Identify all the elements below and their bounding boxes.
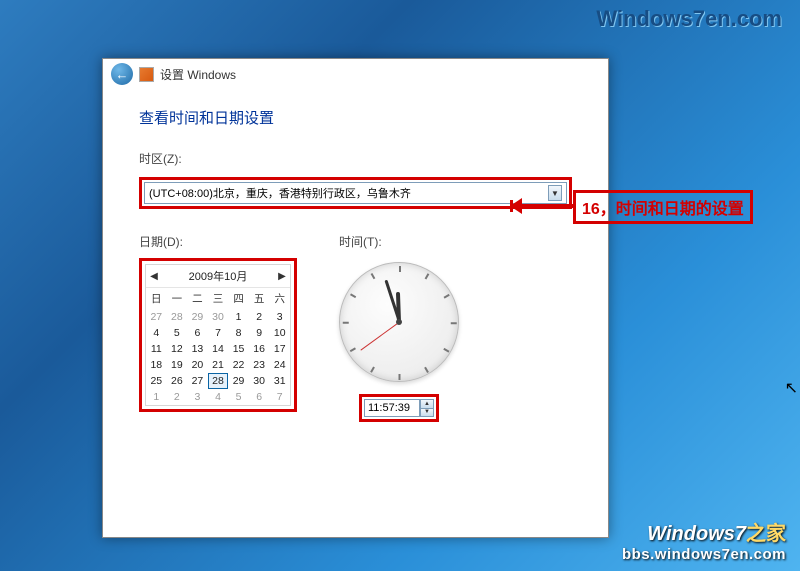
- calendar-month-title: 2009年10月: [189, 268, 248, 284]
- calendar-day[interactable]: 31: [269, 373, 290, 389]
- calendar-day[interactable]: 6: [249, 389, 270, 405]
- window-title: 设置 Windows: [160, 66, 236, 83]
- calendar-dow: 一: [167, 288, 188, 309]
- setup-window: ← 设置 Windows 查看时间和日期设置 时区(Z): (UTC+08:00…: [102, 58, 609, 538]
- watermark-top: Windows7en.com: [596, 6, 782, 32]
- calendar-dow: 三: [208, 288, 229, 309]
- clock-tick: [371, 367, 375, 373]
- calendar-day[interactable]: 15: [228, 341, 249, 357]
- calendar-day[interactable]: 7: [208, 325, 229, 341]
- clock-tick: [371, 273, 375, 279]
- clock-tick: [425, 367, 429, 373]
- clock-tick: [425, 273, 429, 279]
- arrow-left-icon: ←: [116, 67, 129, 82]
- calendar-day[interactable]: 26: [167, 373, 188, 389]
- calendar-day[interactable]: 23: [249, 357, 270, 373]
- titlebar: ← 设置 Windows: [103, 59, 608, 89]
- clock-tick: [343, 322, 349, 324]
- calendar-day[interactable]: 1: [146, 389, 167, 405]
- content-area: 查看时间和日期设置 时区(Z): (UTC+08:00)北京，重庆，香港特别行政…: [103, 89, 608, 422]
- calendar-dow: 四: [228, 288, 249, 309]
- calendar-day[interactable]: 3: [269, 309, 290, 325]
- calendar-day[interactable]: 3: [187, 389, 208, 405]
- calendar-day[interactable]: 9: [249, 325, 270, 341]
- calendar-day[interactable]: 5: [228, 389, 249, 405]
- back-button[interactable]: ←: [111, 63, 133, 85]
- calendar-day[interactable]: 6: [187, 325, 208, 341]
- time-highlight-box: ▲ ▼: [359, 394, 439, 422]
- calendar-day[interactable]: 2: [167, 389, 188, 405]
- calendar-day[interactable]: 27: [187, 373, 208, 389]
- calendar-highlight-box: ◀ 2009年10月 ▶ 日一二三四五六27282930123456789101…: [139, 258, 297, 412]
- calendar-day[interactable]: 8: [228, 325, 249, 341]
- calendar-day[interactable]: 28: [167, 309, 188, 325]
- calendar-day[interactable]: 4: [146, 325, 167, 341]
- timezone-label: 时区(Z):: [139, 150, 572, 167]
- calendar-day[interactable]: 18: [146, 357, 167, 373]
- timezone-value: (UTC+08:00)北京，重庆，香港特别行政区，乌鲁木齐: [149, 185, 411, 201]
- calendar: ◀ 2009年10月 ▶ 日一二三四五六27282930123456789101…: [145, 264, 291, 406]
- clock-tick: [399, 374, 401, 380]
- calendar-day[interactable]: 20: [187, 357, 208, 373]
- date-label: 日期(D):: [139, 233, 297, 250]
- calendar-grid: 日一二三四五六272829301234567891011121314151617…: [146, 287, 290, 405]
- calendar-day[interactable]: 14: [208, 341, 229, 357]
- time-spinner[interactable]: ▲ ▼: [420, 399, 434, 417]
- dropdown-icon: ▼: [548, 185, 562, 201]
- calendar-day[interactable]: 5: [167, 325, 188, 341]
- page-heading: 查看时间和日期设置: [139, 107, 572, 128]
- calendar-prev-button[interactable]: ◀: [148, 271, 160, 282]
- analog-clock: [339, 262, 459, 382]
- calendar-day[interactable]: 17: [269, 341, 290, 357]
- window-icon: [139, 67, 154, 82]
- time-input[interactable]: [364, 399, 420, 417]
- clock-tick: [444, 348, 450, 352]
- calendar-day[interactable]: 29: [228, 373, 249, 389]
- calendar-day[interactable]: 11: [146, 341, 167, 357]
- calendar-dow: 五: [249, 288, 270, 309]
- calendar-dow: 二: [187, 288, 208, 309]
- clock-tick: [350, 294, 356, 298]
- calendar-day[interactable]: 21: [208, 357, 229, 373]
- calendar-day[interactable]: 10: [269, 325, 290, 341]
- calendar-day[interactable]: 29: [187, 309, 208, 325]
- calendar-day[interactable]: 28: [208, 373, 229, 389]
- calendar-dow: 六: [269, 288, 290, 309]
- calendar-day[interactable]: 7: [269, 389, 290, 405]
- clock-tick: [451, 322, 457, 324]
- second-hand: [360, 322, 399, 351]
- calendar-day[interactable]: 25: [146, 373, 167, 389]
- calendar-day[interactable]: 24: [269, 357, 290, 373]
- cursor-icon: ↖: [785, 378, 798, 398]
- calendar-day[interactable]: 19: [167, 357, 188, 373]
- calendar-day[interactable]: 12: [167, 341, 188, 357]
- spinner-up-icon[interactable]: ▲: [421, 400, 433, 409]
- clock-tick: [399, 266, 401, 272]
- clock-tick: [350, 348, 356, 352]
- calendar-day[interactable]: 30: [249, 373, 270, 389]
- watermark-bottom: Windows7之家 bbs.windows7en.com: [622, 517, 786, 563]
- annotation-arrow-icon: [512, 204, 574, 208]
- calendar-day[interactable]: 30: [208, 309, 229, 325]
- calendar-day[interactable]: 1: [228, 309, 249, 325]
- calendar-day[interactable]: 22: [228, 357, 249, 373]
- calendar-day[interactable]: 16: [249, 341, 270, 357]
- clock-tick: [444, 294, 450, 298]
- calendar-day[interactable]: 4: [208, 389, 229, 405]
- time-label: 时间(T):: [339, 233, 382, 250]
- calendar-day[interactable]: 2: [249, 309, 270, 325]
- clock-hub: [396, 319, 402, 325]
- annotation-callout: 16，时间和日期的设置: [573, 190, 753, 224]
- calendar-next-button[interactable]: ▶: [276, 271, 288, 282]
- calendar-day[interactable]: 27: [146, 309, 167, 325]
- calendar-dow: 日: [146, 288, 167, 309]
- spinner-down-icon[interactable]: ▼: [421, 409, 433, 417]
- calendar-day[interactable]: 13: [187, 341, 208, 357]
